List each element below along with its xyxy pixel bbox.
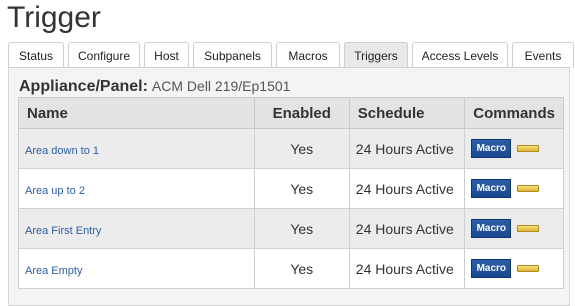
- macro-button[interactable]: Macro: [471, 179, 512, 198]
- trigger-name-link[interactable]: Area up to 2: [25, 185, 85, 197]
- enabled-value: Yes: [253, 208, 350, 249]
- column-header-schedule[interactable]: Schedule: [348, 97, 466, 129]
- tab-events[interactable]: Events: [512, 42, 574, 68]
- yellow-pill-icon[interactable]: [517, 145, 540, 152]
- yellow-pill-icon[interactable]: [517, 265, 540, 272]
- tab-configure[interactable]: Configure: [68, 42, 140, 68]
- tab-status[interactable]: Status: [8, 42, 64, 68]
- tab-macros[interactable]: Macros: [276, 42, 340, 68]
- yellow-pill-icon[interactable]: [517, 225, 540, 232]
- column-header-commands: Commands: [464, 97, 564, 129]
- yellow-pill-icon[interactable]: [517, 185, 540, 192]
- page-title: Trigger: [7, 1, 101, 34]
- trigger-name-link[interactable]: Area Empty: [25, 265, 82, 277]
- macro-button[interactable]: Macro: [471, 219, 512, 238]
- tab-subpanels[interactable]: Subpanels: [193, 42, 272, 68]
- tab-bar: Status Configure Host Subpanels Macros T…: [8, 42, 574, 68]
- trigger-name-link[interactable]: Area First Entry: [25, 225, 101, 237]
- tab-triggers[interactable]: Triggers: [344, 42, 408, 68]
- column-header-enabled[interactable]: Enabled: [253, 97, 350, 129]
- schedule-value: 24 Hours Active: [348, 168, 466, 209]
- tab-access-levels[interactable]: Access Levels: [412, 42, 508, 68]
- table-header-row: Name Enabled Schedule Commands: [18, 97, 564, 129]
- tab-host[interactable]: Host: [144, 42, 189, 68]
- column-header-name[interactable]: Name: [18, 97, 255, 129]
- macro-button[interactable]: Macro: [471, 139, 512, 158]
- enabled-value: Yes: [253, 128, 350, 169]
- appliance-panel-value: ACM Dell 219/Ep1501: [151, 78, 291, 94]
- enabled-value: Yes: [253, 168, 350, 209]
- schedule-value: 24 Hours Active: [348, 128, 466, 169]
- trigger-name-link[interactable]: Area down to 1: [25, 145, 99, 157]
- appliance-panel-label: Appliance/Panel:: [19, 78, 148, 95]
- table-row: Area up to 2 Yes 24 Hours Active Macro: [18, 168, 564, 209]
- schedule-value: 24 Hours Active: [348, 208, 466, 249]
- triggers-table: Name Enabled Schedule Commands Area down…: [18, 97, 564, 289]
- enabled-value: Yes: [253, 248, 350, 289]
- table-row: Area down to 1 Yes 24 Hours Active Macro: [18, 128, 564, 169]
- schedule-value: 24 Hours Active: [348, 248, 466, 289]
- macro-button[interactable]: Macro: [471, 259, 512, 278]
- table-row: Area Empty Yes 24 Hours Active Macro: [18, 248, 564, 289]
- appliance-panel-heading: Appliance/Panel: ACM Dell 219/Ep1501: [19, 78, 290, 96]
- table-row: Area First Entry Yes 24 Hours Active Mac…: [18, 208, 564, 249]
